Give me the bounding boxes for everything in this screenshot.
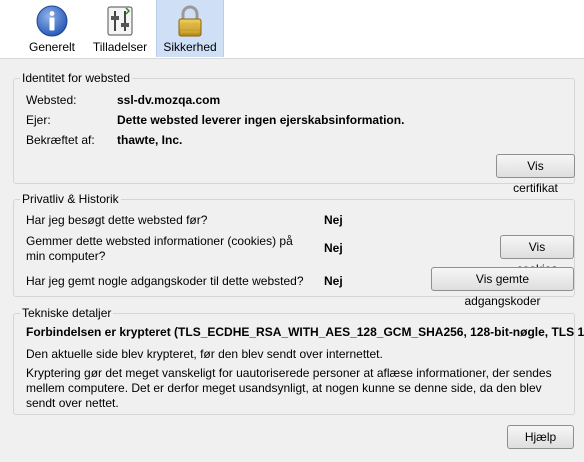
tab-security-label: Sikkerhed <box>163 40 217 54</box>
tab-general[interactable]: Generelt <box>22 0 82 57</box>
passwords-question: Har jeg gemt nogle adgangskoder til dett… <box>26 274 304 288</box>
verified-by-label: Bekræftet af: <box>26 133 95 147</box>
privacy-history-group: Privatliv & Historik Har jeg besøgt dett… <box>13 192 575 308</box>
view-certificate-button[interactable]: Vis certifikat <box>496 154 575 195</box>
identity-group: Identitet for websted Websted: ssl-dv.mo… <box>13 71 575 195</box>
cookies-answer: Nej <box>324 241 343 255</box>
owner-value: Dette websted leverer ingen ejerskabsinf… <box>117 113 405 127</box>
view-cookies-button[interactable]: Vis cookies <box>500 235 574 276</box>
visited-question: Har jeg besøgt dette websted før? <box>26 213 208 227</box>
owner-label: Ejer: <box>26 113 51 127</box>
permissions-icon <box>107 6 133 36</box>
encryption-summary: Den aktuelle side blev krypteret, før de… <box>26 347 383 361</box>
lock-icon <box>178 5 202 37</box>
website-value: ssl-dv.mozqa.com <box>117 93 221 107</box>
tab-security[interactable]: Sikkerhed <box>156 0 224 57</box>
encryption-headline: Forbindelsen er krypteret (TLS_ECDHE_RSA… <box>26 325 584 339</box>
toolbar: Generelt Tilladelser Sikkerhed <box>0 0 584 59</box>
cookies-question-line2: min computer? <box>26 249 106 263</box>
website-label: Websted: <box>26 93 77 107</box>
technical-group-title: Tekniske detaljer <box>20 306 114 320</box>
cookies-question-line1: Gemmer dette websted informationer (cook… <box>26 234 293 248</box>
privacy-group-title: Privatliv & Historik <box>20 192 121 206</box>
tab-general-label: Generelt <box>28 40 76 54</box>
technical-details-group: Tekniske detaljer Forbindelsen er krypte… <box>13 306 584 415</box>
help-button[interactable]: Hjælp <box>507 425 574 449</box>
passwords-answer: Nej <box>324 274 343 288</box>
info-icon <box>36 5 68 37</box>
encryption-explanation: Kryptering gør det meget vanskeligt for … <box>26 366 552 410</box>
verified-by-value: thawte, Inc. <box>117 133 183 147</box>
view-saved-passwords-button[interactable]: Vis gemte adgangskoder <box>431 267 574 308</box>
visited-answer: Nej <box>324 213 343 227</box>
identity-group-title: Identitet for websted <box>20 71 133 85</box>
tab-permissions-label: Tilladelser <box>92 40 148 54</box>
tab-permissions[interactable]: Tilladelser <box>88 0 152 57</box>
